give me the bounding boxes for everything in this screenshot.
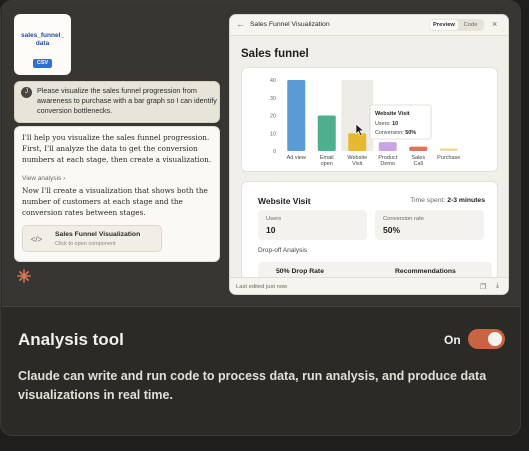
file-type-badge: CSV [33, 59, 52, 68]
users-label: Users [266, 216, 282, 222]
claude-sparkle-icon [17, 269, 31, 283]
x-tick-label: Sales Call [411, 155, 425, 167]
dropoff-heading: Drop-off Analysis [258, 247, 308, 254]
view-toggle: Preview Code [429, 19, 484, 31]
time-spent: Time spent: 2-3 minutes [410, 197, 485, 204]
drop-rate: 50% Drop Rate [276, 268, 324, 275]
bar [439, 148, 458, 151]
x-tick-label-line: Demo [380, 161, 395, 167]
x-tick-label-line: Call [414, 161, 423, 167]
x-tick-label-line: Ad view [287, 155, 306, 161]
conversion-stat: Conversion rate 50% [375, 210, 484, 240]
bar [287, 80, 306, 151]
x-tick-label: Website Visit [347, 155, 367, 167]
users-value: 10 [266, 225, 276, 235]
back-arrow-icon[interactable]: ← [236, 19, 245, 29]
y-tick-label: 30 [270, 96, 276, 102]
x-tick-label: Ad view [287, 155, 306, 161]
x-tick-label-line: Visit [352, 161, 363, 167]
code-icon: </> [30, 235, 43, 244]
feature-card: sales_funnel_ data CSV J Please visualiz… [0, 0, 521, 436]
toggle-label: On [444, 333, 461, 347]
x-tick-label-line: Purchase [437, 155, 460, 161]
artifact-panel: ← Sales Funnel Visualization Preview Cod… [229, 14, 509, 295]
toggle-knob [488, 332, 502, 346]
chart-card: 0 10 20 30 40 Ad view Email open Website Visit Pro… [241, 67, 498, 172]
last-edited: Last edited just now [236, 284, 288, 290]
tab-code[interactable]: Code [458, 20, 483, 30]
y-tick-label: 10 [270, 131, 276, 137]
tooltip-users: Users: 10 [375, 121, 398, 127]
bar [409, 146, 428, 151]
user-message-text: Please visualize the sales funnel progre… [37, 86, 217, 115]
user-avatar: J [21, 87, 32, 98]
conversion-value: 50% [383, 225, 401, 235]
view-analysis-link[interactable]: View analysis › [22, 175, 65, 182]
tooltip-title: Website Visit [375, 111, 410, 117]
component-title: Sales Funnel Visualization [55, 231, 141, 238]
file-name: sales_funnel_ data [21, 32, 64, 47]
feature-title: Analysis tool [18, 330, 124, 349]
stage-detail-card: Website Visit Time spent: 2-3 minutes Us… [241, 181, 498, 281]
y-tick-label: 0 [273, 149, 276, 155]
y-tick-label: 40 [270, 78, 276, 84]
user-message: J Please visualize the sales funnel prog… [14, 81, 220, 123]
x-tick-label-line: open [321, 161, 333, 167]
assistant-reply: I'll help you visualize the sales funnel… [14, 126, 220, 262]
preview-area: sales_funnel_ data CSV J Please visualiz… [2, 1, 520, 307]
component-subtitle: Click to open component [55, 241, 116, 247]
tooltip-users-value: 10 [392, 121, 398, 127]
artifact-header: ← Sales Funnel Visualization Preview Cod… [230, 15, 508, 35]
time-spent-label: Time spent: [410, 197, 446, 204]
analysis-tool-toggle[interactable] [468, 329, 505, 349]
chart-tooltip: Website Visit Users: 10 Conversion: 50% [369, 104, 432, 140]
close-icon[interactable]: × [492, 19, 497, 29]
reply-paragraph: Now I'll create a visualization that sho… [22, 186, 208, 217]
x-tick-label: Email open [320, 155, 334, 167]
copy-icon[interactable]: ❐ [480, 283, 486, 291]
csv-file-attachment[interactable]: sales_funnel_ data CSV [14, 14, 71, 75]
x-tick-label: Product Demo [378, 155, 397, 167]
artifact-footer: Last edited just now ❐ ⤓ [230, 277, 508, 294]
bar [348, 133, 367, 151]
stage-title: Website Visit [258, 196, 311, 206]
tooltip-conversion-label: Conversion: [375, 130, 405, 136]
download-icon[interactable]: ⤓ [496, 282, 499, 290]
chart-heading: Sales funnel [241, 48, 309, 60]
recommendations-heading: Recommendations [395, 268, 456, 275]
tooltip-users-label: Users: [375, 121, 392, 127]
bar [317, 115, 336, 151]
y-tick-label: 20 [270, 114, 276, 120]
bar [378, 142, 397, 151]
feature-description: Claude can write and run code to process… [18, 369, 487, 402]
artifact-title: Sales Funnel Visualization [250, 21, 330, 28]
users-stat: Users 10 [258, 210, 367, 240]
tooltip-conversion-value: 50% [405, 130, 416, 136]
x-tick-label: Purchase [437, 155, 460, 161]
tooltip-conversion: Conversion: 50% [375, 130, 416, 136]
reply-paragraph: I'll help you visualize the sales funnel… [22, 133, 212, 164]
artifact-body: Sales funnel 0 10 20 30 40 Ad view Email open We… [230, 35, 508, 281]
conversion-label: Conversion rate [383, 216, 424, 222]
time-spent-value: 2-3 minutes [447, 197, 485, 204]
tab-preview[interactable]: Preview [430, 20, 458, 30]
sales-funnel-chart: 0 10 20 30 40 Ad view Email open Website Visit Pro… [270, 78, 461, 167]
component-card[interactable]: </> Sales Funnel Visualization Click to … [22, 225, 162, 252]
